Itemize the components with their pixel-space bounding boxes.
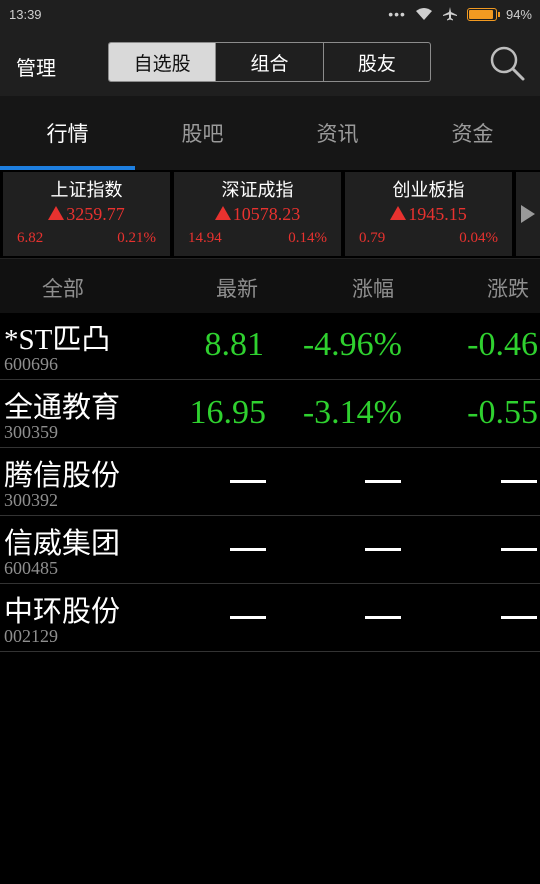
stock-code: 300359: [4, 422, 58, 442]
index-name: 上证指数: [50, 180, 123, 200]
stock-name: 中环股份: [4, 596, 121, 628]
search-icon[interactable]: [488, 44, 526, 82]
stock-price: 8.81: [204, 326, 265, 363]
stock-price: 16.95: [189, 394, 267, 431]
index-change: 6.82: [17, 230, 44, 246]
header-change-pct[interactable]: 涨幅: [352, 273, 394, 303]
no-price-dash: [230, 616, 266, 619]
segment-friends[interactable]: 股友: [324, 43, 430, 81]
up-arrow-icon: [48, 206, 65, 220]
no-change-dash: [501, 480, 537, 483]
chevron-right-icon: [521, 205, 535, 223]
index-card-shanghai[interactable]: 上证指数 3259.77 6.82 0.21%: [3, 172, 170, 256]
tab-forum[interactable]: 股吧: [135, 96, 270, 170]
header-latest[interactable]: 最新: [216, 273, 258, 303]
stock-name: *ST匹凸: [4, 324, 111, 356]
battery-icon: [466, 7, 500, 21]
clock: 13:39: [9, 7, 42, 22]
stock-code: 600485: [4, 558, 58, 578]
no-change-pct-dash: [365, 616, 401, 619]
tab-bar: 行情 股吧 资讯 资金: [0, 96, 540, 170]
stock-name: 腾信股份: [4, 460, 121, 492]
list-header: 全部 最新 涨幅 涨跌: [0, 258, 540, 313]
tab-market[interactable]: 行情: [0, 96, 135, 170]
index-change: 0.79: [359, 230, 386, 246]
index-card-chinext[interactable]: 创业板指 1945.15 0.79 0.04%: [345, 172, 512, 256]
stock-code: 002129: [4, 626, 58, 646]
index-strip: 上证指数 3259.77 6.82 0.21% 深证成指 10578.23 14…: [0, 170, 540, 258]
index-change: 14.94: [188, 230, 222, 246]
up-arrow-icon: [214, 206, 231, 220]
stock-row[interactable]: 信威集团 600485: [0, 516, 540, 584]
tab-news[interactable]: 资讯: [270, 96, 405, 170]
stock-code: 300392: [4, 490, 58, 510]
airplane-icon: [442, 7, 457, 21]
stock-row[interactable]: 腾信股份 300392: [0, 448, 540, 516]
stock-name: 全通教育: [4, 392, 121, 424]
index-value: 1945.15: [408, 204, 467, 224]
stock-row[interactable]: 中环股份 002129: [0, 584, 540, 652]
index-value: 10578.23: [232, 204, 301, 224]
no-change-dash: [501, 548, 537, 551]
wifi-icon: [415, 8, 432, 20]
segment-control: 自选股 组合 股友: [108, 42, 431, 82]
no-change-pct-dash: [365, 548, 401, 551]
stock-change: -0.46: [467, 326, 538, 363]
index-name: 创业板指: [392, 180, 465, 200]
status-bar: 13:39 ••• 94%: [0, 0, 540, 30]
more-indices-button[interactable]: [516, 172, 540, 256]
stock-row[interactable]: *ST匹凸 600696 8.81 -4.96% -0.46: [0, 312, 540, 380]
tab-funds[interactable]: 资金: [405, 96, 540, 170]
index-value: 3259.77: [66, 204, 125, 224]
header-change[interactable]: 涨跌: [487, 273, 529, 303]
up-arrow-icon: [390, 206, 407, 220]
segment-watchlist[interactable]: 自选股: [109, 43, 217, 81]
index-name: 深证成指: [221, 180, 294, 200]
stock-list: *ST匹凸 600696 8.81 -4.96% -0.46 全通教育 3003…: [0, 312, 540, 652]
no-change-pct-dash: [365, 480, 401, 483]
index-percent: 0.21%: [117, 230, 156, 246]
no-price-dash: [230, 548, 266, 551]
stock-change-pct: -3.14%: [302, 394, 402, 431]
stock-change-pct: -4.96%: [302, 326, 402, 363]
index-card-shenzhen[interactable]: 深证成指 10578.23 14.94 0.14%: [174, 172, 341, 256]
index-percent: 0.04%: [459, 230, 498, 246]
stock-change: -0.55: [467, 394, 538, 431]
no-change-dash: [501, 616, 537, 619]
stock-name: 信威集团: [4, 528, 121, 560]
stock-row[interactable]: 全通教育 300359 16.95 -3.14% -0.55: [0, 380, 540, 448]
no-price-dash: [230, 480, 266, 483]
stock-code: 600696: [4, 354, 58, 374]
header-all[interactable]: 全部: [42, 273, 84, 303]
battery-percent: 94%: [505, 6, 532, 22]
manage-button[interactable]: 管理: [16, 52, 56, 81]
more-dots-icon: •••: [388, 6, 406, 22]
index-percent: 0.14%: [288, 230, 327, 246]
segment-portfolio[interactable]: 组合: [216, 43, 324, 81]
top-bar: 管理 自选股 组合 股友: [0, 30, 540, 96]
